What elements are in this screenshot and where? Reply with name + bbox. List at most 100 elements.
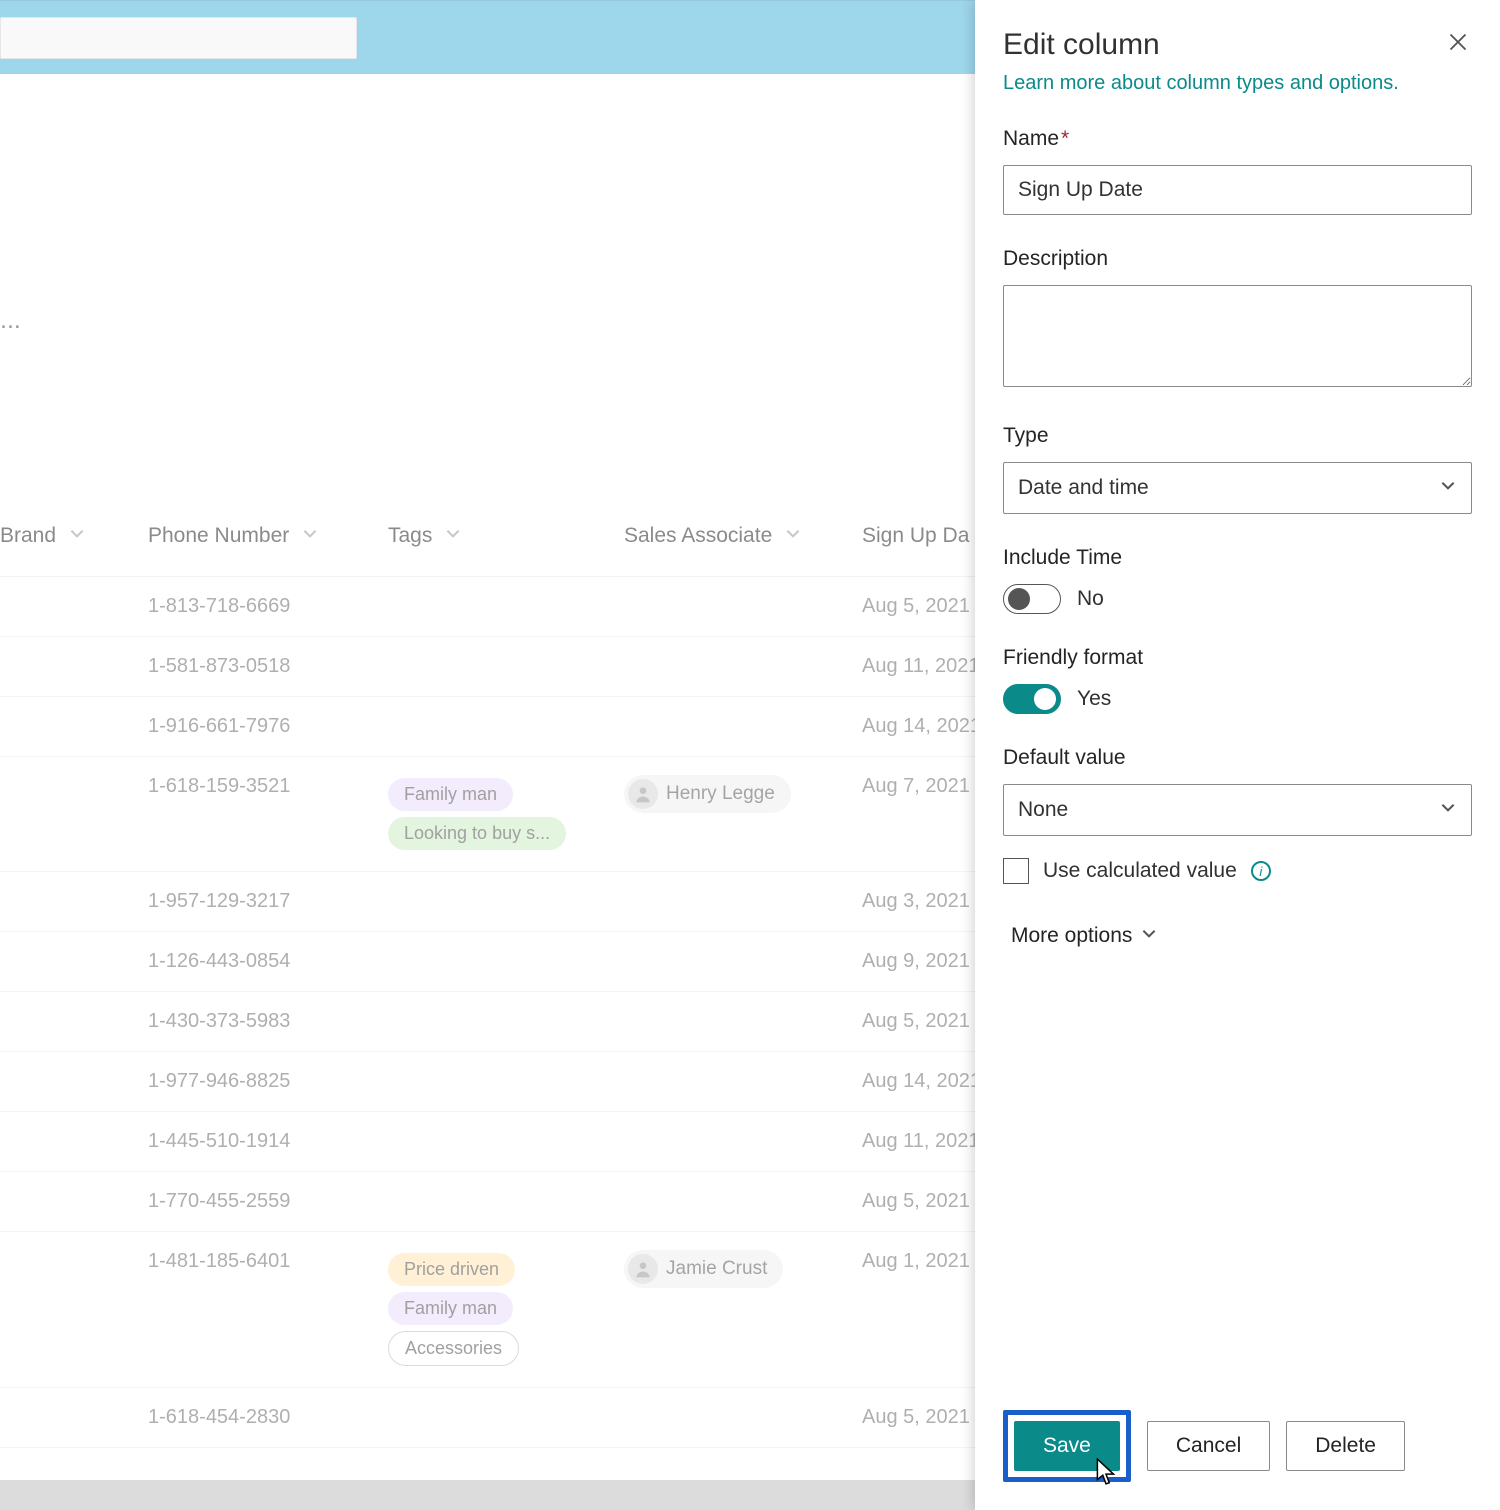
associate-cell [624, 697, 862, 757]
column-header-label: Sign Up Da [862, 524, 969, 547]
tag-pill[interactable]: Price driven [388, 1253, 515, 1286]
close-button[interactable] [1444, 28, 1472, 56]
tags-cell [388, 872, 624, 932]
table-row[interactable]: 1-481-185-6401Price driven Family man Acce… [0, 1232, 982, 1388]
phone-cell: 1-618-159-3521 [148, 757, 388, 872]
chevron-down-icon [784, 524, 802, 548]
chevron-down-icon [301, 524, 319, 548]
column-header-phone[interactable]: Phone Number [148, 512, 388, 577]
date-cell: Aug 11, 2021 [862, 1112, 982, 1172]
delete-button[interactable]: Delete [1286, 1421, 1405, 1471]
info-icon[interactable]: i [1251, 861, 1271, 881]
table-row[interactable]: 1-957-129-3217Aug 3, 2021 [0, 872, 982, 932]
label-text: Name [1003, 127, 1059, 150]
table-row[interactable]: 1-126-443-0854 Aug 9, 2021 [0, 932, 982, 992]
phone-cell: 1-957-129-3217 [148, 872, 388, 932]
top-app-bar [0, 0, 975, 74]
date-cell: Aug 5, 2021 [862, 1172, 982, 1232]
tags-cell: Price driven Family man Accessories [388, 1232, 624, 1388]
include-time-toggle[interactable] [1003, 584, 1061, 614]
associate-cell [624, 637, 862, 697]
associate-cell: Jamie Crust [624, 1232, 862, 1388]
friendly-format-yes-label: Yes [1077, 687, 1111, 711]
tags-cell [388, 1388, 624, 1448]
person-icon [628, 779, 658, 809]
date-cell: Aug 5, 2021 [862, 577, 982, 637]
table-row[interactable]: 1-770-455-2559Aug 5, 2021 [0, 1172, 982, 1232]
associate-cell [624, 1052, 862, 1112]
default-value-text: None [1018, 798, 1068, 822]
associate-cell [624, 1388, 862, 1448]
tag-pill[interactable]: Looking to buy s... [388, 817, 566, 850]
chevron-down-icon [1439, 476, 1457, 500]
associate-chip[interactable]: Jamie Crust [624, 1250, 783, 1288]
phone-cell: 1-126-443-0854 [148, 932, 388, 992]
friendly-format-label: Friendly format [1003, 646, 1472, 670]
chevron-down-icon [1439, 798, 1457, 822]
associate-cell [624, 992, 862, 1052]
tags-cell: Family man Looking to buy s... [388, 757, 624, 872]
horizontal-scrollbar[interactable] [0, 1480, 975, 1510]
column-header-label: Phone Number [148, 524, 289, 547]
learn-more-link[interactable]: Learn more about column types and option… [1003, 72, 1399, 95]
table-row[interactable]: 1-581-873-0518Aug 11, 2021 [0, 637, 982, 697]
description-textarea[interactable] [1003, 285, 1472, 387]
close-icon [1448, 32, 1468, 52]
table-row[interactable]: 1-618-454-2830Aug 5, 2021 [0, 1388, 982, 1448]
column-header-tags[interactable]: Tags [388, 512, 624, 577]
default-value-label: Default value [1003, 746, 1472, 770]
column-header-label: Brand [0, 524, 56, 547]
edit-column-panel: Edit column Learn more about column type… [975, 0, 1500, 1510]
data-table: Brand Phone Number Tags [0, 512, 975, 1448]
chevron-down-icon [444, 524, 462, 548]
phone-cell: 1-430-373-5983 [148, 992, 388, 1052]
tags-cell [388, 637, 624, 697]
include-time-no-label: No [1077, 587, 1104, 611]
type-select[interactable]: Date and time [1003, 462, 1472, 514]
name-input[interactable] [1003, 165, 1472, 215]
table-row[interactable]: 1-430-373-5983Aug 5, 2021 [0, 992, 982, 1052]
cancel-button[interactable]: Cancel [1147, 1421, 1270, 1471]
associate-cell [624, 932, 862, 992]
save-button-highlight: Save [1003, 1410, 1131, 1482]
save-button[interactable]: Save [1014, 1421, 1120, 1471]
phone-cell: 1-445-510-1914 [148, 1112, 388, 1172]
associate-cell [624, 1112, 862, 1172]
phone-cell: 1-581-873-0518 [148, 637, 388, 697]
date-cell: Aug 9, 2021 [862, 932, 982, 992]
use-calculated-checkbox[interactable] [1003, 858, 1029, 884]
search-input[interactable] [0, 17, 357, 59]
more-options-label: More options [1011, 924, 1132, 948]
phone-cell: 1-481-185-6401 [148, 1232, 388, 1388]
date-cell: Aug 1, 2021 [862, 1232, 982, 1388]
required-indicator: * [1061, 127, 1069, 150]
tags-cell [388, 1172, 624, 1232]
column-header-signup[interactable]: Sign Up Da [862, 512, 982, 577]
table-row[interactable]: 1-916-661-7976Aug 14, 2021 [0, 697, 982, 757]
type-label: Type [1003, 424, 1472, 448]
description-label: Description [1003, 247, 1472, 271]
table-row[interactable]: 1-813-718-6669Aug 5, 2021 [0, 577, 982, 637]
column-header-brand[interactable]: Brand [0, 512, 148, 577]
tag-pill[interactable]: Family man [388, 1292, 513, 1325]
tags-cell [388, 1052, 624, 1112]
tags-cell [388, 1112, 624, 1172]
chevron-down-icon [68, 524, 86, 548]
friendly-format-toggle[interactable] [1003, 684, 1061, 714]
more-options-toggle[interactable]: More options [1003, 924, 1472, 948]
panel-title: Edit column [1003, 28, 1160, 62]
table-row[interactable]: 1-445-510-1914 Aug 11, 2021 [0, 1112, 982, 1172]
associate-chip[interactable]: Henry Legge [624, 775, 791, 813]
phone-cell: 1-618-454-2830 [148, 1388, 388, 1448]
column-header-associate[interactable]: Sales Associate [624, 512, 862, 577]
table-row[interactable]: 1-618-159-3521Family man Looking to buy s… [0, 757, 982, 872]
tag-pill[interactable]: Family man [388, 778, 513, 811]
associate-name: Jamie Crust [666, 1258, 767, 1280]
date-cell: Aug 7, 2021 [862, 757, 982, 872]
tags-cell [388, 932, 624, 992]
phone-cell: 1-977-946-8825 [148, 1052, 388, 1112]
default-value-select[interactable]: None [1003, 784, 1472, 836]
date-cell: Aug 14, 2021 [862, 697, 982, 757]
tag-pill[interactable]: Accessories [388, 1331, 519, 1366]
table-row[interactable]: 1-977-946-8825Aug 14, 2021 [0, 1052, 982, 1112]
